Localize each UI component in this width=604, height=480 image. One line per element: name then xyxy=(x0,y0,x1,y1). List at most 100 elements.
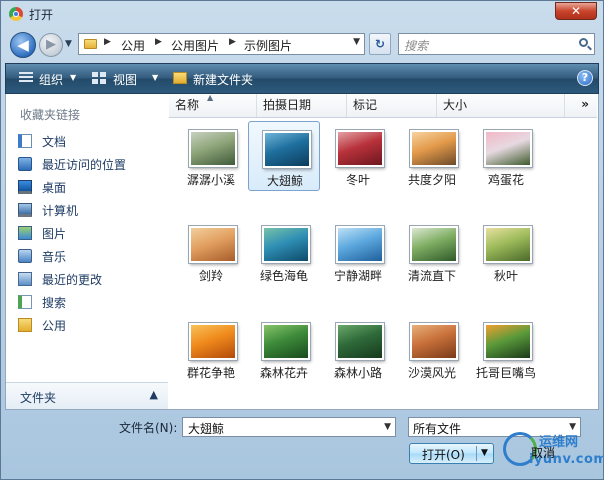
image-thumbnail-icon xyxy=(410,130,458,167)
back-button[interactable]: ◀ xyxy=(10,32,36,58)
desktop-icon xyxy=(18,180,32,194)
nav-item-label: 图片 xyxy=(42,227,67,241)
chrome-app-icon xyxy=(9,7,23,21)
filename-dropdown-icon[interactable]: ▼ xyxy=(384,422,391,432)
image-thumbnail-icon xyxy=(262,226,310,263)
file-item[interactable]: 剑羚 xyxy=(175,217,247,287)
history-dropdown-icon[interactable]: ▼ xyxy=(65,39,72,49)
close-button[interactable]: ✕ xyxy=(555,2,597,20)
search-icon[interactable] xyxy=(579,38,588,47)
window-title: 打开 xyxy=(29,8,54,22)
file-item[interactable]: 绿色海龟 xyxy=(248,217,320,287)
view-caret-icon[interactable]: ▼ xyxy=(152,73,158,82)
file-name-label: 群花争艳 xyxy=(186,366,235,380)
breadcrumb-public[interactable]: 公用 xyxy=(121,37,145,54)
open-button[interactable]: 打开(O) ▼ xyxy=(409,443,494,464)
column-header-date-taken[interactable]: 拍摄日期 xyxy=(257,94,347,117)
recent-changes-icon xyxy=(18,272,32,286)
forward-button[interactable]: ▶ xyxy=(39,33,63,57)
refresh-button[interactable]: ↻ xyxy=(369,33,391,55)
column-header-label: 名称 xyxy=(175,98,200,112)
split-divider xyxy=(476,446,477,461)
file-item[interactable]: 大翅鲸 xyxy=(248,121,320,191)
chevron-up-icon[interactable]: ▲ xyxy=(150,388,158,401)
file-name-label: 大翅鲸 xyxy=(266,174,303,188)
nav-item-label: 搜索 xyxy=(42,296,67,310)
file-item[interactable]: 清流直下 xyxy=(396,217,468,287)
image-thumbnail-icon xyxy=(484,130,532,167)
image-thumbnail-icon xyxy=(484,323,532,360)
folders-toggle[interactable]: 文件夹 ▲ xyxy=(6,382,168,409)
nav-item-label: 最近访问的位置 xyxy=(42,158,127,172)
search-box[interactable]: 搜索 xyxy=(398,33,595,55)
open-options-caret-icon[interactable]: ▼ xyxy=(481,448,488,458)
folder-icon xyxy=(84,39,97,49)
file-item[interactable]: 森林花卉 xyxy=(248,314,320,384)
music-icon xyxy=(18,249,32,263)
view-icon xyxy=(92,72,106,84)
open-file-dialog: 打开 ✕ ◀ ▶ ▼ ▶ 公用 ▶ 公用图片 ▶ 示例图片 ▼ ↻ 搜索 组织 … xyxy=(0,0,604,480)
file-name-label: 森林花卉 xyxy=(259,366,308,380)
new-folder-button[interactable]: 新建文件夹 xyxy=(193,71,253,88)
address-dropdown-icon[interactable]: ▼ xyxy=(353,37,360,47)
organize-caret-icon[interactable]: ▼ xyxy=(70,73,76,82)
filename-input[interactable]: 大翅鲸 ▼ xyxy=(182,417,396,437)
column-headers: 名称 ▲ 拍摄日期 标记 大小 » xyxy=(169,94,597,118)
folders-label: 文件夹 xyxy=(20,391,57,405)
column-header-size[interactable]: 大小 xyxy=(437,94,565,117)
file-item[interactable]: 冬叶 xyxy=(322,121,394,191)
command-toolbar: 组织 ▼ 视图 ▼ 新建文件夹 ? xyxy=(5,63,599,94)
more-columns-icon[interactable]: » xyxy=(581,97,589,111)
image-thumbnail-icon xyxy=(189,130,237,167)
nav-item-public[interactable]: 公用 xyxy=(12,315,162,335)
file-item[interactable]: 共度夕阳 xyxy=(396,121,468,191)
file-item[interactable]: 群花争艳 xyxy=(175,314,247,384)
file-item[interactable]: 秋叶 xyxy=(470,217,542,287)
nav-item-recent-places[interactable]: 最近访问的位置 xyxy=(12,154,162,174)
nav-item-desktop[interactable]: 桌面 xyxy=(12,177,162,197)
sort-ascending-icon: ▲ xyxy=(207,94,214,102)
breadcrumb-arrow-icon[interactable]: ▶ xyxy=(229,37,236,47)
file-name-label: 鸡蛋花 xyxy=(487,173,524,187)
address-bar[interactable]: ▶ 公用 ▶ 公用图片 ▶ 示例图片 ▼ xyxy=(78,33,365,55)
file-name-label: 冬叶 xyxy=(345,173,370,187)
title-bar[interactable]: 打开 ✕ xyxy=(1,1,603,27)
file-item[interactable]: 森林小路 xyxy=(322,314,394,384)
nav-item-documents[interactable]: 文档 xyxy=(12,131,162,151)
file-item[interactable]: 托哥巨嘴鸟 xyxy=(470,314,542,384)
file-item[interactable]: 宁静湖畔 xyxy=(322,217,394,287)
breadcrumb-sample-pictures[interactable]: 示例图片 xyxy=(244,37,292,54)
view-button[interactable]: 视图 xyxy=(113,71,137,88)
file-item[interactable]: 沙漠风光 xyxy=(396,314,468,384)
search-placeholder: 搜索 xyxy=(404,39,429,53)
file-item[interactable]: 鸡蛋花 xyxy=(470,121,542,191)
nav-item-music[interactable]: 音乐 xyxy=(12,246,162,266)
nav-item-pictures[interactable]: 图片 xyxy=(12,223,162,243)
image-thumbnail-icon xyxy=(410,226,458,263)
pictures-icon xyxy=(18,226,32,240)
file-name-label: 沙漠风光 xyxy=(407,366,456,380)
breadcrumb-arrow-icon[interactable]: ▶ xyxy=(104,37,111,47)
organize-icon xyxy=(19,72,33,84)
help-icon[interactable]: ? xyxy=(577,70,593,86)
column-header-name[interactable]: 名称 ▲ xyxy=(169,94,257,117)
image-thumbnail-icon xyxy=(336,226,384,263)
file-list-pane: 名称 ▲ 拍摄日期 标记 大小 » 潺潺小溪 大翅鲸 冬叶 共度夕阳 鸡蛋花剑羚 绿色海龟 宁… xyxy=(169,94,599,410)
file-type-value: 所有文件 xyxy=(413,422,462,436)
nav-item-label: 音乐 xyxy=(42,250,67,264)
cancel-button[interactable]: 取消 xyxy=(501,443,585,464)
file-name-label: 宁静湖畔 xyxy=(333,269,382,283)
image-thumbnail-icon xyxy=(189,226,237,263)
filename-label: 文件名(N): xyxy=(119,421,178,435)
file-name-label: 潺潺小溪 xyxy=(186,173,235,187)
open-button-label: 打开(O) xyxy=(422,448,465,462)
nav-item-computer[interactable]: 计算机 xyxy=(12,200,162,220)
favorites-header: 收藏夹链接 xyxy=(20,108,81,122)
breadcrumb-public-pictures[interactable]: 公用图片 xyxy=(171,37,219,54)
file-item[interactable]: 潺潺小溪 xyxy=(175,121,247,191)
column-header-tags[interactable]: 标记 xyxy=(347,94,437,117)
organize-button[interactable]: 组织 xyxy=(39,71,63,88)
breadcrumb-arrow-icon[interactable]: ▶ xyxy=(155,37,162,47)
nav-item-recent-changes[interactable]: 最近的更改 xyxy=(12,269,162,289)
nav-item-searches[interactable]: 搜索 xyxy=(12,292,162,312)
